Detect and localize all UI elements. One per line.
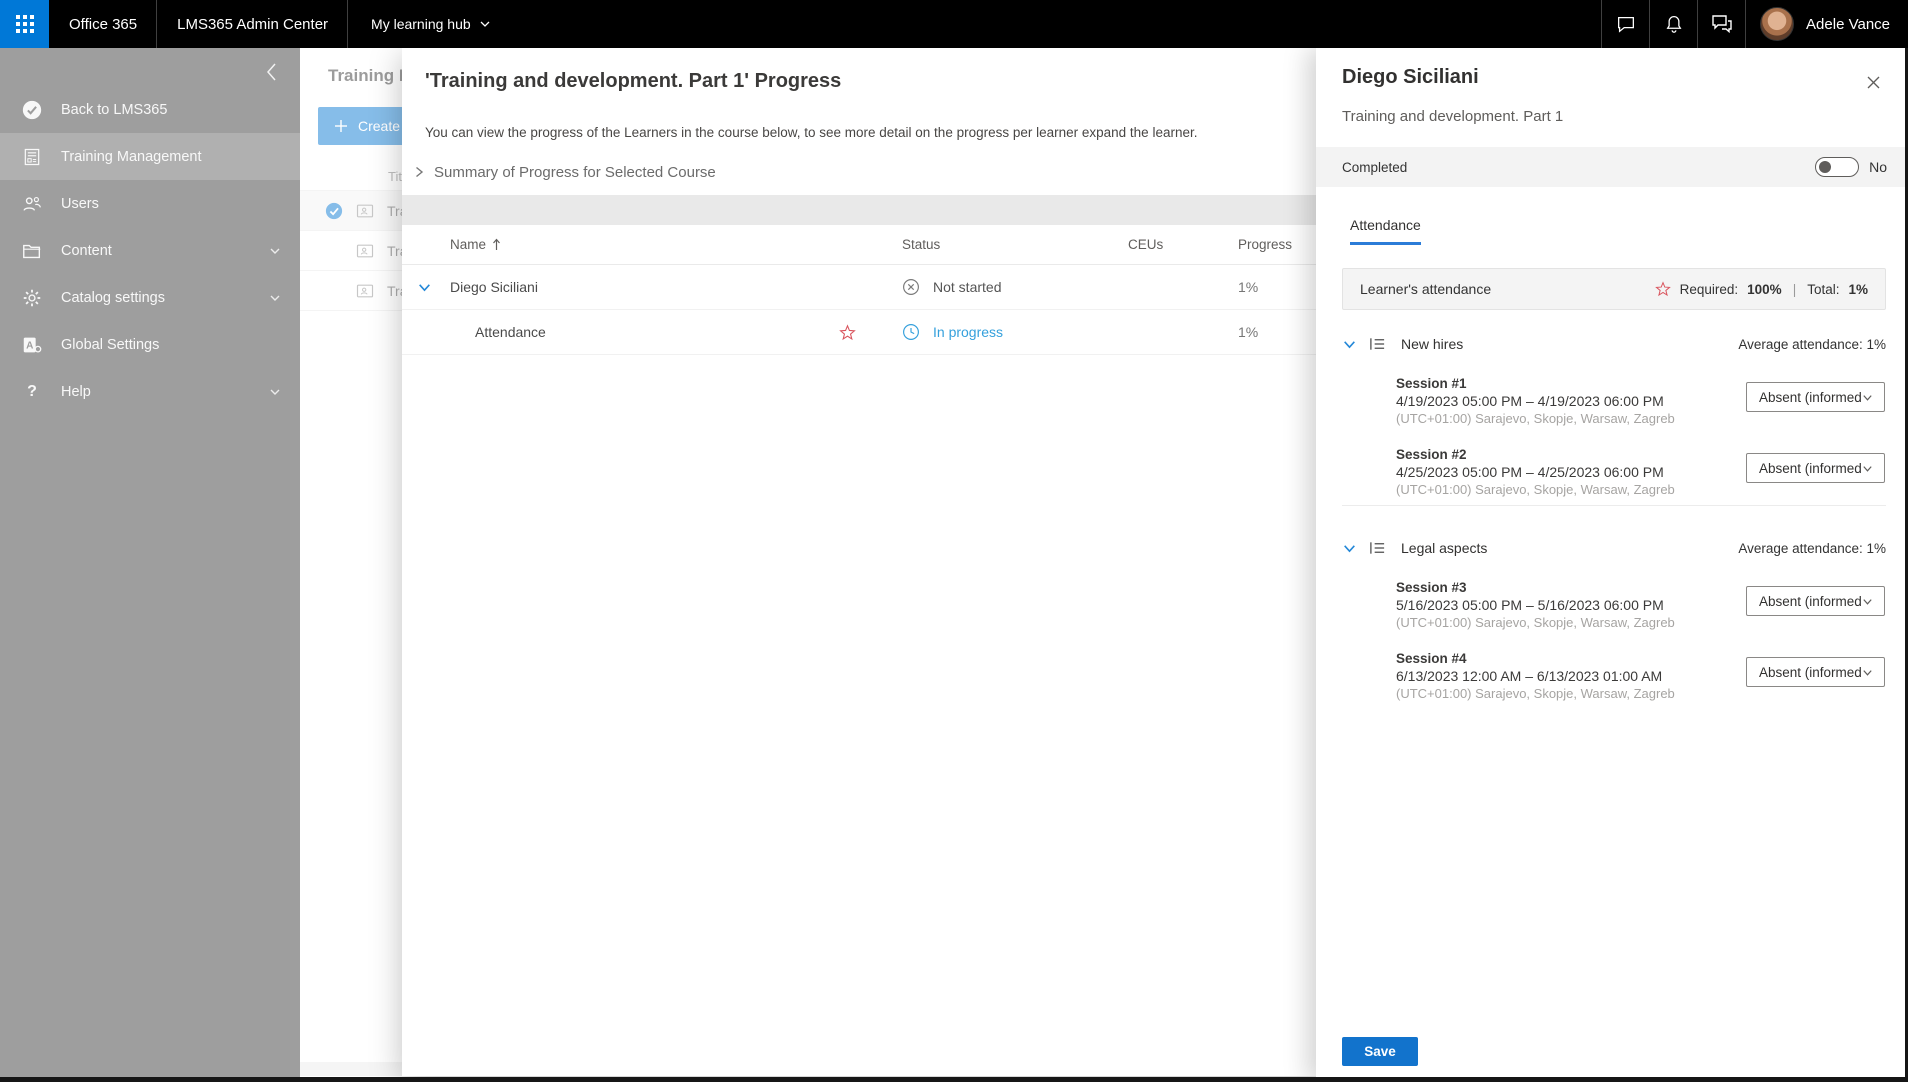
attendance-status-dropdown[interactable]: Absent (informed) xyxy=(1746,586,1885,616)
ceus-column-header[interactable]: CEUs xyxy=(1128,237,1238,252)
top-app-bar: Office 365 LMS365 Admin Center My learni… xyxy=(0,0,1908,48)
chat-button[interactable] xyxy=(1601,0,1649,48)
circle-x-icon xyxy=(903,279,919,295)
waffle-icon xyxy=(15,15,34,33)
chevron-down-icon xyxy=(480,21,490,27)
session-timezone: (UTC+01:00) Sarajevo, Skopje, Warsaw, Za… xyxy=(1396,686,1675,701)
chevron-down-icon xyxy=(1863,669,1872,676)
completed-row: Completed No xyxy=(1316,147,1905,187)
total-value: 1% xyxy=(1848,281,1868,297)
close-panel-button[interactable] xyxy=(1861,70,1885,94)
required-value: 100% xyxy=(1747,281,1782,297)
attendance-status-dropdown[interactable]: Absent (informed) xyxy=(1746,453,1885,483)
session-item: Session #4 6/13/2023 12:00 AM – 6/13/202… xyxy=(1396,650,1886,704)
group-name: New hires xyxy=(1401,336,1464,352)
chevron-down-icon xyxy=(1863,394,1872,401)
notifications-button[interactable] xyxy=(1649,0,1697,48)
session-list-icon xyxy=(1369,336,1389,352)
close-icon xyxy=(1867,76,1879,88)
session-timezone: (UTC+01:00) Sarajevo, Skopje, Warsaw, Za… xyxy=(1396,615,1675,630)
value-separator: | xyxy=(1792,281,1797,297)
required-label: Required: xyxy=(1679,281,1739,297)
bell-icon xyxy=(1666,16,1682,33)
learning-hub-label: My learning hub xyxy=(371,16,471,32)
chevron-down-icon xyxy=(1863,465,1872,472)
required-star-icon xyxy=(838,323,856,340)
feedback-icon xyxy=(1711,15,1732,34)
chevron-down-icon xyxy=(418,283,430,291)
group-name: Legal aspects xyxy=(1401,540,1488,556)
completed-label: Completed xyxy=(1342,159,1408,175)
collapse-group-button[interactable] xyxy=(1342,337,1360,352)
session-timezone: (UTC+01:00) Sarajevo, Skopje, Warsaw, Za… xyxy=(1396,411,1675,426)
toggle-knob xyxy=(1819,161,1832,173)
dialog-description: You can view the progress of the Learner… xyxy=(425,125,1198,140)
learner-row[interactable]: Diego Siciliani Not started 1% xyxy=(402,265,1316,310)
user-avatar xyxy=(1760,7,1795,41)
learner-panel-title: Diego Siciliani xyxy=(1342,66,1479,88)
activity-name: Attendance xyxy=(475,324,546,340)
table-header-row: Name Status CEUs Progress xyxy=(402,225,1316,265)
course-progress-dialog: 'Training and development. Part 1' Progr… xyxy=(402,48,1316,1076)
chevron-down-icon xyxy=(1344,340,1355,348)
course-name: Training and development. Part 1 xyxy=(1342,108,1564,125)
total-label: Total: xyxy=(1807,281,1840,297)
learner-attendance-summary: Learner's attendance Required: 100% | To… xyxy=(1342,268,1886,310)
activity-progress: 1% xyxy=(1238,324,1259,340)
user-account-menu[interactable]: Adele Vance xyxy=(1745,0,1908,48)
session-timezone: (UTC+01:00) Sarajevo, Skopje, Warsaw, Za… xyxy=(1396,482,1675,497)
feedback-button[interactable] xyxy=(1697,0,1745,48)
chevron-right-icon xyxy=(416,166,424,178)
sort-ascending-icon xyxy=(493,238,500,250)
attendance-status-dropdown[interactable]: Absent (informed) xyxy=(1746,382,1885,412)
session-group-header: Legal aspects Average attendance: 1% xyxy=(1342,538,1886,558)
group-average: Average attendance: 1% xyxy=(1738,540,1886,556)
chevron-down-icon xyxy=(1344,544,1355,552)
activity-status: In progress xyxy=(872,323,1128,341)
office-365-link[interactable]: Office 365 xyxy=(50,0,158,48)
user-name: Adele Vance xyxy=(1806,15,1890,33)
status-column-header[interactable]: Status xyxy=(872,237,1128,252)
attendance-label: Learner's attendance xyxy=(1360,281,1492,297)
session-group-header: New hires Average attendance: 1% xyxy=(1342,334,1886,354)
collapse-group-button[interactable] xyxy=(1342,541,1360,556)
learner-details-panel: Diego Siciliani Training and development… xyxy=(1316,48,1905,1082)
session-list-icon xyxy=(1369,540,1389,556)
session-item: Session #3 5/16/2023 05:00 PM – 5/16/202… xyxy=(1396,579,1886,633)
session-item: Session #2 4/25/2023 05:00 PM – 4/25/202… xyxy=(1396,446,1886,500)
lms365-admin-screen: Office 365 LMS365 Admin Center My learni… xyxy=(0,0,1908,1082)
group-average: Average attendance: 1% xyxy=(1738,336,1886,352)
learner-name: Diego Siciliani xyxy=(450,279,538,295)
tab-attendance[interactable]: Attendance xyxy=(1350,217,1421,245)
progress-column-header[interactable]: Progress xyxy=(1238,237,1292,252)
admin-center-link[interactable]: LMS365 Admin Center xyxy=(158,0,349,48)
learning-hub-menu[interactable]: My learning hub xyxy=(349,0,510,48)
completed-toggle[interactable] xyxy=(1815,157,1860,177)
completed-value: No xyxy=(1869,159,1887,175)
attendance-status-dropdown[interactable]: Absent (informed) xyxy=(1746,657,1885,687)
dialog-title: 'Training and development. Part 1' Progr… xyxy=(425,70,842,92)
learner-progress: 1% xyxy=(1238,279,1259,295)
app-launcher-button[interactable] xyxy=(0,0,49,48)
summary-expander[interactable]: Summary of Progress for Selected Course xyxy=(413,163,1316,181)
clock-icon xyxy=(903,324,919,340)
chat-icon xyxy=(1617,16,1634,33)
collapse-learner-button[interactable] xyxy=(402,280,446,295)
window-bottom-edge xyxy=(0,1077,1908,1082)
learner-status: Not started xyxy=(872,278,1128,296)
group-divider xyxy=(1342,505,1886,506)
chevron-down-icon xyxy=(1863,598,1872,605)
save-button[interactable]: Save xyxy=(1342,1037,1418,1066)
required-star-icon xyxy=(1654,281,1671,297)
session-item: Session #1 4/19/2023 05:00 PM – 4/19/202… xyxy=(1396,375,1886,429)
summary-expander-label: Summary of Progress for Selected Course xyxy=(434,163,716,181)
panel-tabs: Attendance xyxy=(1350,217,1905,245)
activity-row[interactable]: Attendance In progress 1% xyxy=(402,310,1316,355)
table-toolbar xyxy=(402,195,1316,225)
name-column-header[interactable]: Name xyxy=(446,237,822,252)
